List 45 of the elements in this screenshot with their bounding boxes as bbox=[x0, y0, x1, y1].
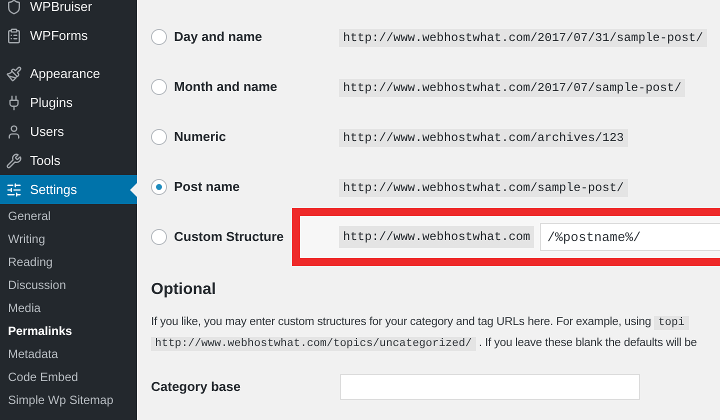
submenu-item[interactable]: Writing bbox=[0, 227, 137, 250]
submenu-item[interactable]: Permalinks bbox=[0, 319, 137, 342]
radio-button[interactable] bbox=[151, 178, 167, 194]
url-example: http://www.webhostwhat.com/2017/07/sample-post/ bbox=[339, 78, 686, 96]
sidebar-item[interactable]: WPForms bbox=[0, 21, 137, 50]
code-snippet: http://www.webhostwhat.com/topics/uncategorized/ bbox=[151, 337, 476, 351]
submenu-item[interactable]: Media bbox=[0, 296, 137, 319]
custom-structure-field[interactable]: /%postname%/ bbox=[540, 223, 720, 251]
submenu-item[interactable]: General bbox=[0, 204, 137, 227]
sidebar-item[interactable]: Users bbox=[0, 117, 137, 146]
option-label: Day and name bbox=[174, 28, 262, 46]
url-example: http://www.webhostwhat.com/sample-post/ bbox=[339, 178, 628, 196]
url-example: http://www.webhostwhat.com/archives/123 bbox=[339, 128, 628, 146]
paintbrush-icon bbox=[6, 66, 22, 82]
sidebar-item[interactable]: Tools bbox=[0, 146, 137, 175]
description-text: If you like, you may enter custom structures for your category and tag URLs here. For example, using topi http://www.webhostwhat.com/topics/uncategorized/ . If you leave these blank the defaults will be bbox=[151, 315, 698, 353]
option-label: Custom Structure bbox=[174, 228, 284, 246]
category-base-field[interactable] bbox=[340, 374, 640, 400]
sidebar-item[interactable]: Appearance bbox=[0, 59, 137, 88]
shield-icon bbox=[6, 0, 22, 14]
form-icon bbox=[6, 28, 22, 44]
url-example: http://www.webhostwhat.com/2017/07/31/sample-post/ bbox=[339, 28, 708, 46]
wrench-icon bbox=[6, 152, 22, 168]
sidebar-item[interactable]: Plugins bbox=[0, 88, 137, 117]
option-label: Numeric bbox=[174, 128, 226, 146]
section-heading: Optional bbox=[151, 280, 217, 300]
submenu-item[interactable]: Reading bbox=[0, 250, 137, 273]
sidebar-item[interactable]: Settings bbox=[0, 175, 137, 204]
user-icon bbox=[6, 124, 22, 140]
submenu-item[interactable]: Metadata bbox=[0, 342, 137, 365]
submenu-item[interactable]: Code Embed bbox=[0, 365, 137, 388]
radio-button[interactable] bbox=[151, 78, 167, 94]
option-label: Month and name bbox=[174, 78, 278, 96]
url-prefix: http://www.webhostwhat.com bbox=[339, 226, 534, 248]
submenu-item[interactable]: Simple Wp Sitemap bbox=[0, 388, 137, 411]
settings-icon bbox=[6, 182, 22, 198]
field-label: Category base bbox=[151, 378, 242, 396]
radio-button[interactable] bbox=[151, 229, 167, 245]
option-label: Post name bbox=[174, 178, 240, 196]
sidebar-item[interactable]: WPBruiser bbox=[0, 0, 137, 21]
submenu-item[interactable]: Discussion bbox=[0, 273, 137, 296]
code-snippet: topi bbox=[654, 316, 689, 330]
radio-button[interactable] bbox=[151, 28, 167, 44]
current-pointer-icon bbox=[130, 183, 137, 197]
radio-button[interactable] bbox=[151, 128, 167, 144]
